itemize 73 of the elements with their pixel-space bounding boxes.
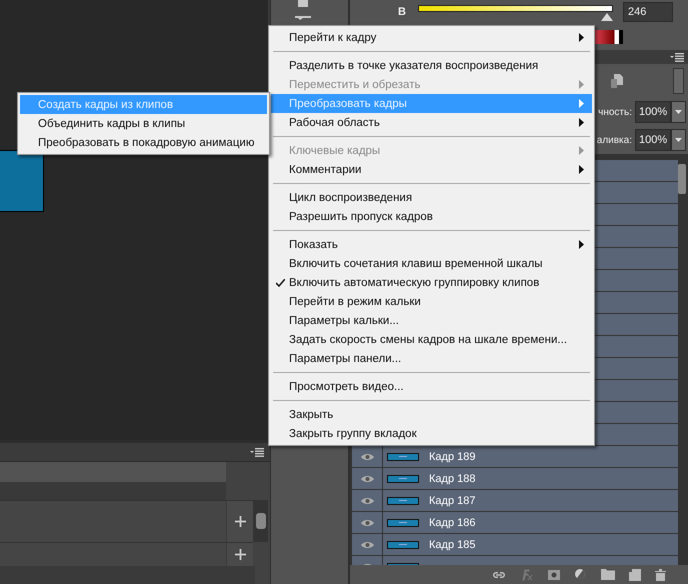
menu-item[interactable]: Рабочая область	[271, 113, 592, 132]
menu-item[interactable]: Комментарии	[271, 160, 592, 179]
layer-thumbnail	[387, 518, 419, 526]
submenu-arrow-icon	[579, 118, 584, 127]
menu-item[interactable]: Объединить кадры в клипы	[20, 114, 267, 133]
document-icon[interactable]	[611, 74, 623, 88]
submenu-arrow-icon	[579, 240, 584, 249]
caret-icon	[675, 110, 682, 114]
panel-menu-icon[interactable]	[250, 448, 264, 456]
menu-item[interactable]: Просмотреть видео...	[271, 377, 592, 396]
menu-item[interactable]: Закрыть группу вкладок	[271, 424, 592, 443]
trash-icon[interactable]	[655, 568, 666, 580]
layer-name: Кадр 188	[429, 472, 476, 484]
submenu-arrow-icon	[579, 165, 584, 174]
layer-row[interactable]: Кадр 187	[352, 490, 678, 512]
dropdown-button[interactable]	[671, 129, 686, 151]
link-icon[interactable]	[492, 570, 506, 578]
menu-item[interactable]: Закрыть	[271, 405, 592, 424]
layer-row[interactable]: Кадр 188	[352, 468, 678, 490]
fill-label: аливка:	[596, 134, 632, 146]
menu-item[interactable]: Разделить в точке указателя воспроизведения	[271, 56, 592, 75]
value-field[interactable]: 246	[623, 2, 673, 22]
layer-name: Кадр 186	[429, 516, 476, 528]
folder-icon[interactable]	[601, 569, 615, 580]
layer-row[interactable]: Кадр 185	[352, 534, 678, 556]
eye-icon[interactable]	[360, 518, 374, 526]
eye-icon[interactable]	[360, 540, 374, 548]
opacity-field[interactable]: 100%	[635, 101, 671, 123]
menu-item[interactable]: Перейти в режим кальки	[271, 292, 592, 311]
opacity-label: чность:	[598, 106, 632, 118]
submenu-arrow-icon	[579, 99, 584, 108]
check-icon	[276, 278, 284, 286]
menu-item[interactable]: Цикл воспроизведения	[271, 188, 592, 207]
new-layer-icon[interactable]	[629, 568, 641, 580]
menu-item[interactable]: Разрешить пропуск кадров	[271, 207, 592, 226]
submenu-arrow-icon	[579, 146, 584, 155]
mask-icon[interactable]	[548, 570, 560, 580]
layer-name: Кадр 187	[429, 494, 476, 506]
submenu-arrow-icon	[579, 33, 584, 42]
fill-field[interactable]: 100%	[635, 129, 671, 151]
menu-item[interactable]: Включить сочетания клавиш временной шкалы	[271, 254, 592, 273]
tool-icon[interactable]	[292, 0, 312, 20]
add-icon[interactable]	[234, 516, 246, 527]
add-icon[interactable]	[234, 549, 246, 560]
color-ramp[interactable]	[595, 30, 623, 44]
layer-thumbnail	[387, 496, 419, 504]
menu-item[interactable]: Включить автоматическую группировку клипов	[271, 273, 592, 292]
layer-name: Кадр 185	[429, 538, 476, 550]
eye-icon[interactable]	[360, 474, 374, 482]
layer-row[interactable]: Кадр 186	[352, 512, 678, 534]
menu-item[interactable]: Показать	[271, 235, 592, 254]
menu-item[interactable]: Преобразовать в покадровую анимацию	[20, 133, 267, 152]
panel-menu-icon[interactable]	[670, 52, 684, 62]
document-preview	[0, 150, 44, 212]
adjustment-icon[interactable]	[574, 568, 587, 581]
eye-icon[interactable]	[360, 452, 374, 460]
color-slider[interactable]	[418, 2, 613, 22]
menu-item[interactable]: Параметры панели...	[271, 349, 592, 368]
layer-thumbnail	[387, 452, 419, 460]
dropdown-button[interactable]	[671, 101, 686, 123]
eye-icon[interactable]	[360, 496, 374, 504]
submenu-arrow-icon	[579, 80, 584, 89]
lock-toggle[interactable]	[673, 68, 684, 94]
caret-icon	[675, 138, 682, 142]
layer-row[interactable]: Кадр 189	[352, 446, 678, 468]
menu-item[interactable]: Задать скорость смены кадров на шкале времени...	[271, 330, 592, 349]
channel-label: В	[398, 6, 407, 18]
scrollbar[interactable]	[253, 500, 268, 542]
layer-name: Кадр 189	[429, 450, 476, 462]
menu-item[interactable]: Параметры кальки...	[271, 311, 592, 330]
layer-thumbnail	[387, 474, 419, 482]
layer-thumbnail	[387, 540, 419, 548]
menu-item[interactable]: Перейти к кадру	[271, 28, 592, 47]
